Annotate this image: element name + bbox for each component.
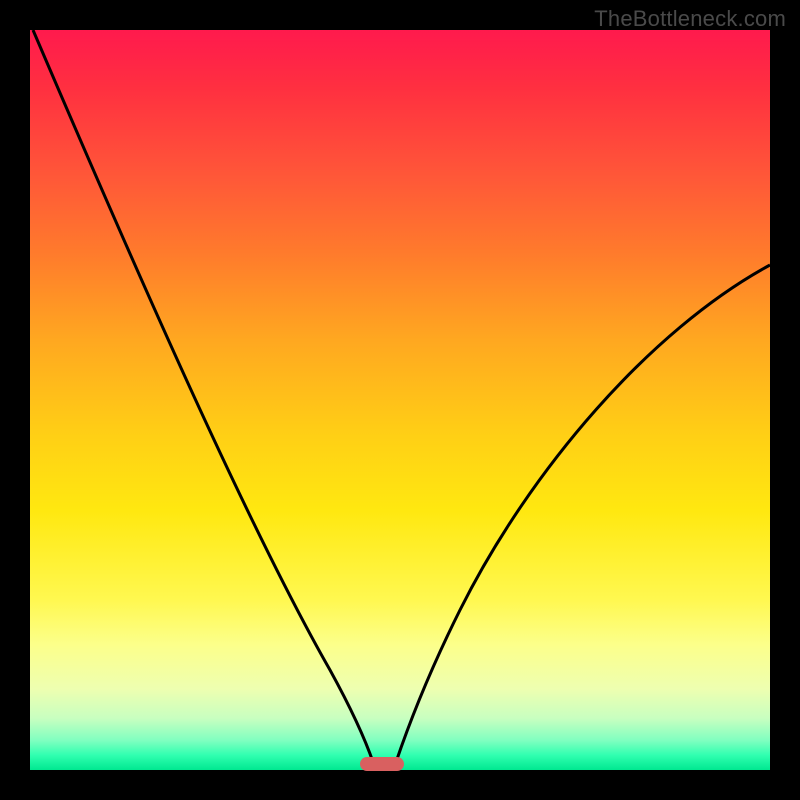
curve-right (394, 265, 770, 768)
bottleneck-marker (360, 757, 404, 771)
curve-left (33, 30, 375, 768)
chart-frame (30, 30, 770, 770)
curve-layer (30, 30, 770, 770)
watermark-text: TheBottleneck.com (594, 6, 786, 32)
